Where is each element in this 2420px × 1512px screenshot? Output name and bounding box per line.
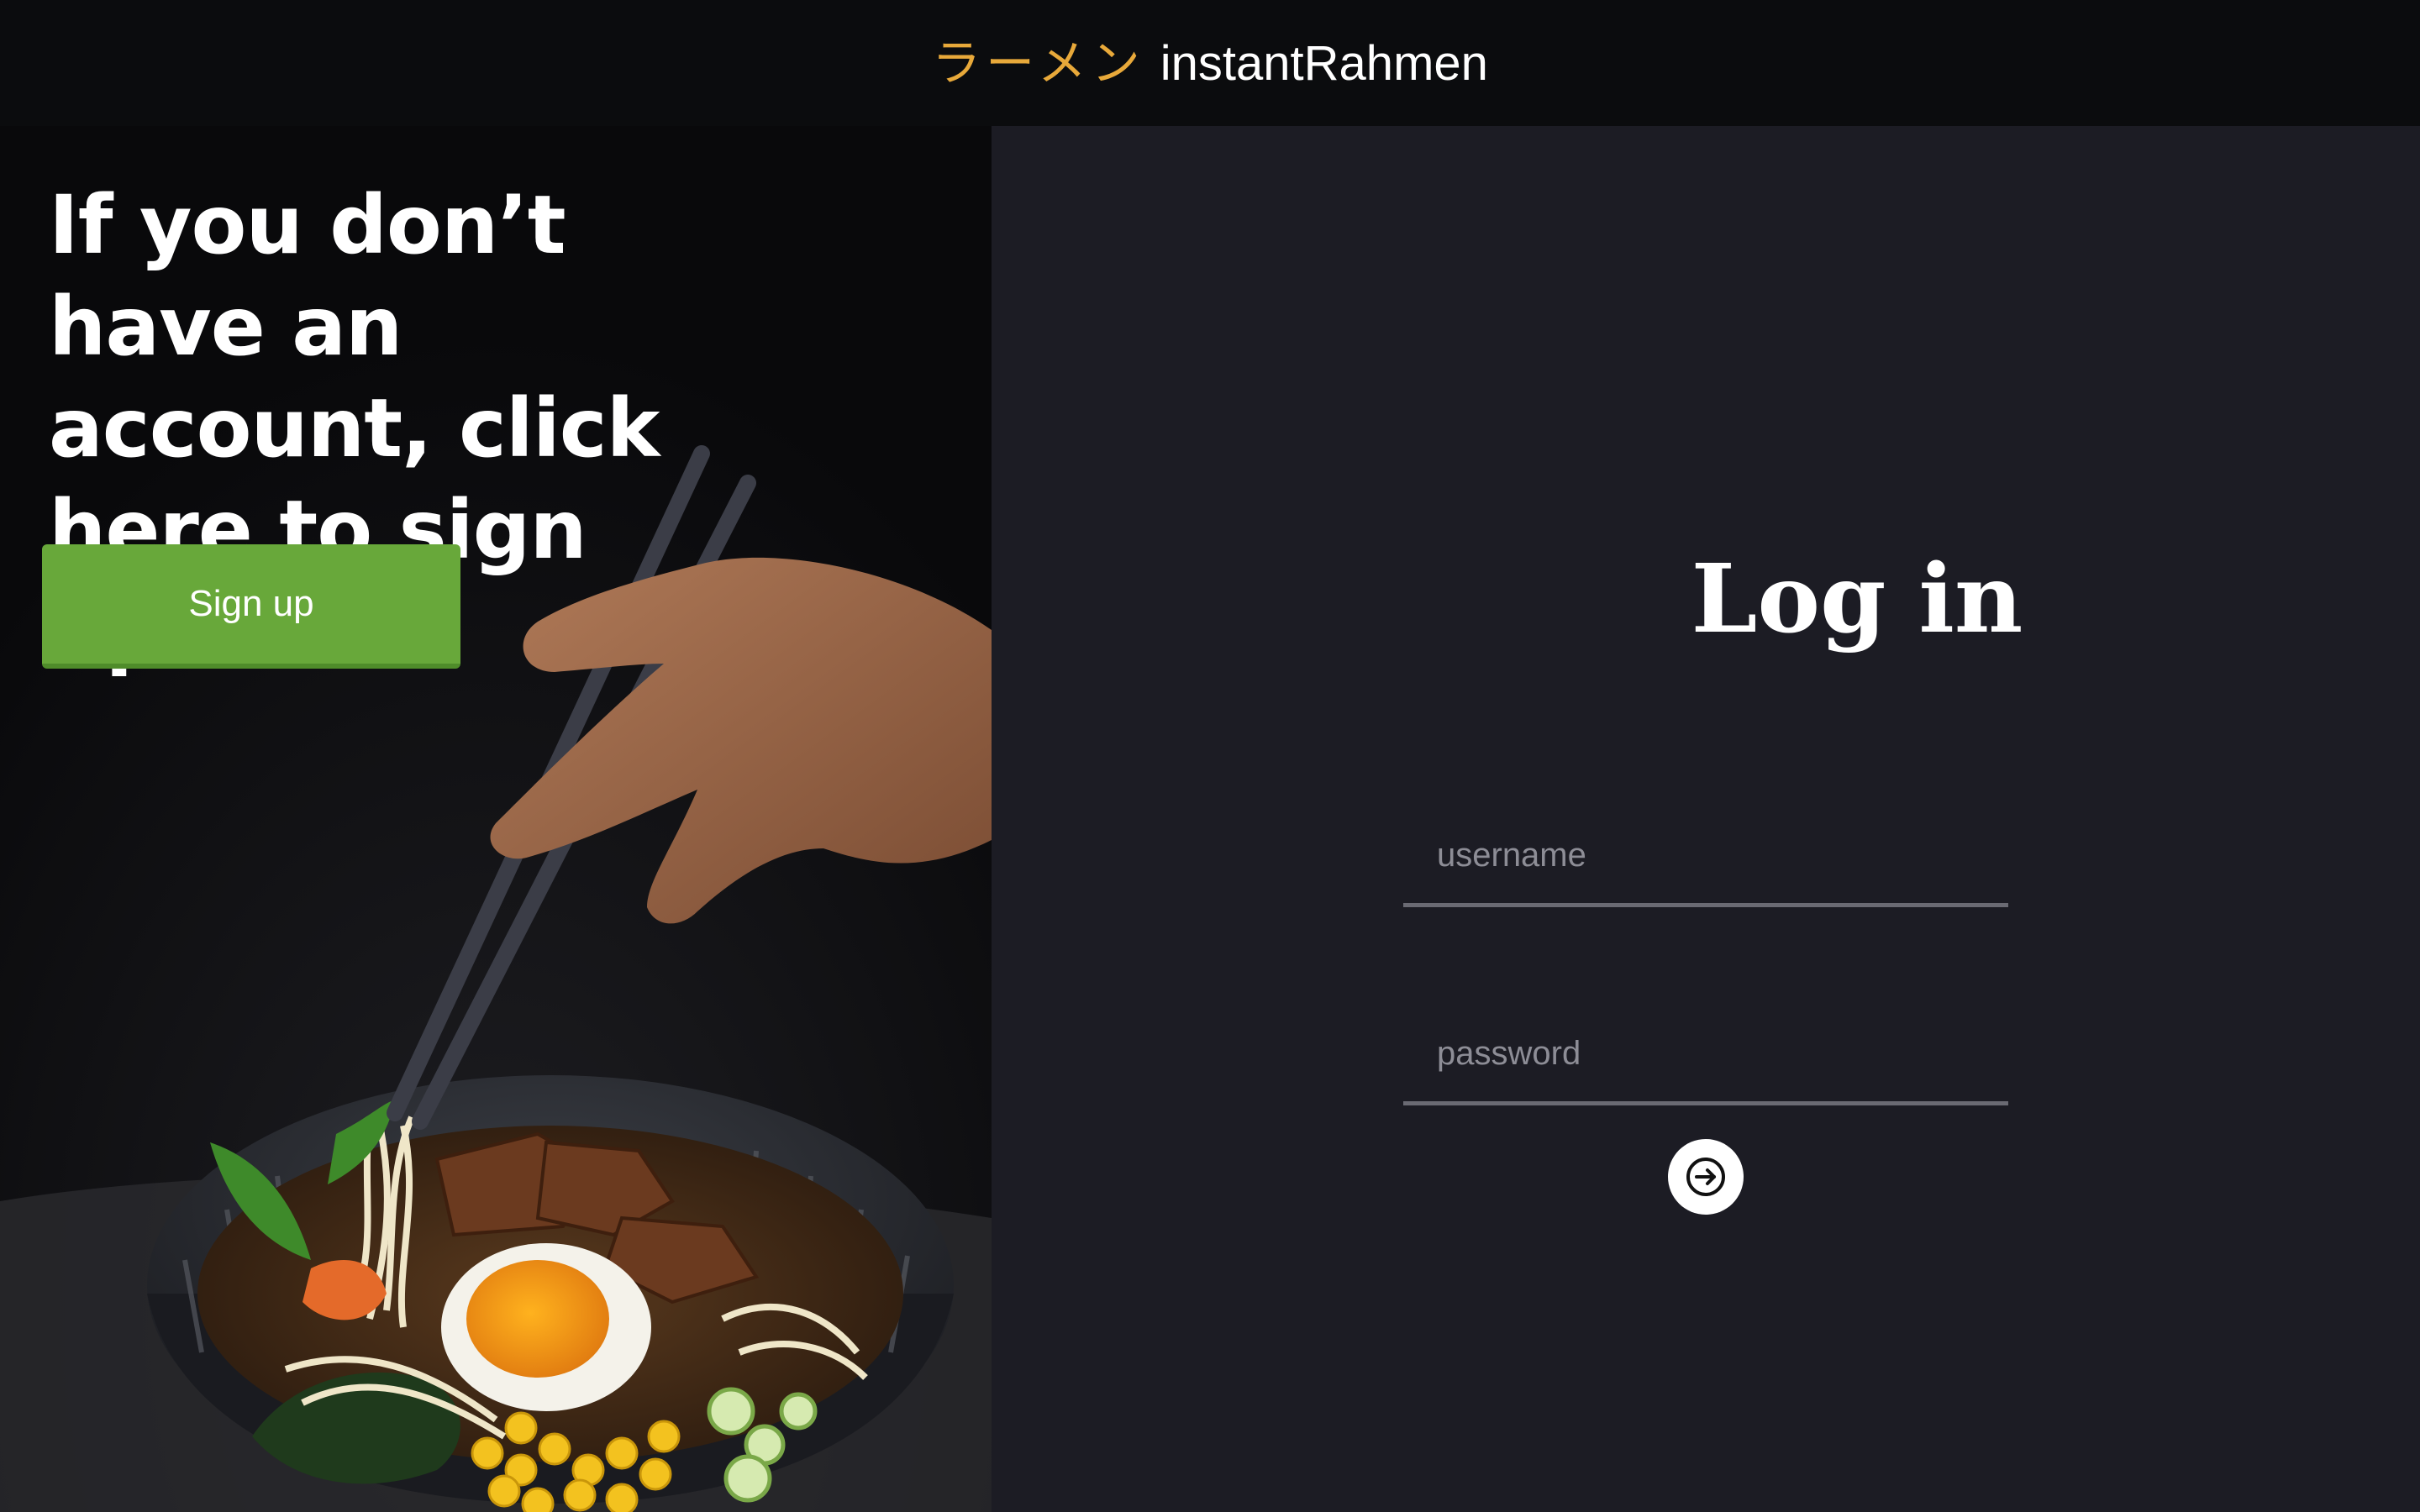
login-submit-button[interactable] — [1668, 1139, 1744, 1215]
password-field[interactable] — [1403, 1006, 2008, 1105]
top-bar: ラーメン instantRahmen — [0, 0, 2420, 126]
brand-name-text: instantRahmen — [1160, 35, 1488, 91]
arrow-right-circle-icon — [1686, 1158, 1725, 1196]
username-field[interactable] — [1403, 808, 2008, 907]
login-panel: Log in — [992, 126, 2420, 1512]
brand-japanese-text: ラーメン — [932, 34, 1145, 92]
signup-button[interactable]: Sign up — [42, 544, 460, 669]
signup-panel: If you don’t have an account, click here… — [0, 126, 992, 1512]
login-title: Log in — [1691, 544, 2023, 654]
brand-logo[interactable]: ラーメン instantRahmen — [932, 39, 1488, 88]
